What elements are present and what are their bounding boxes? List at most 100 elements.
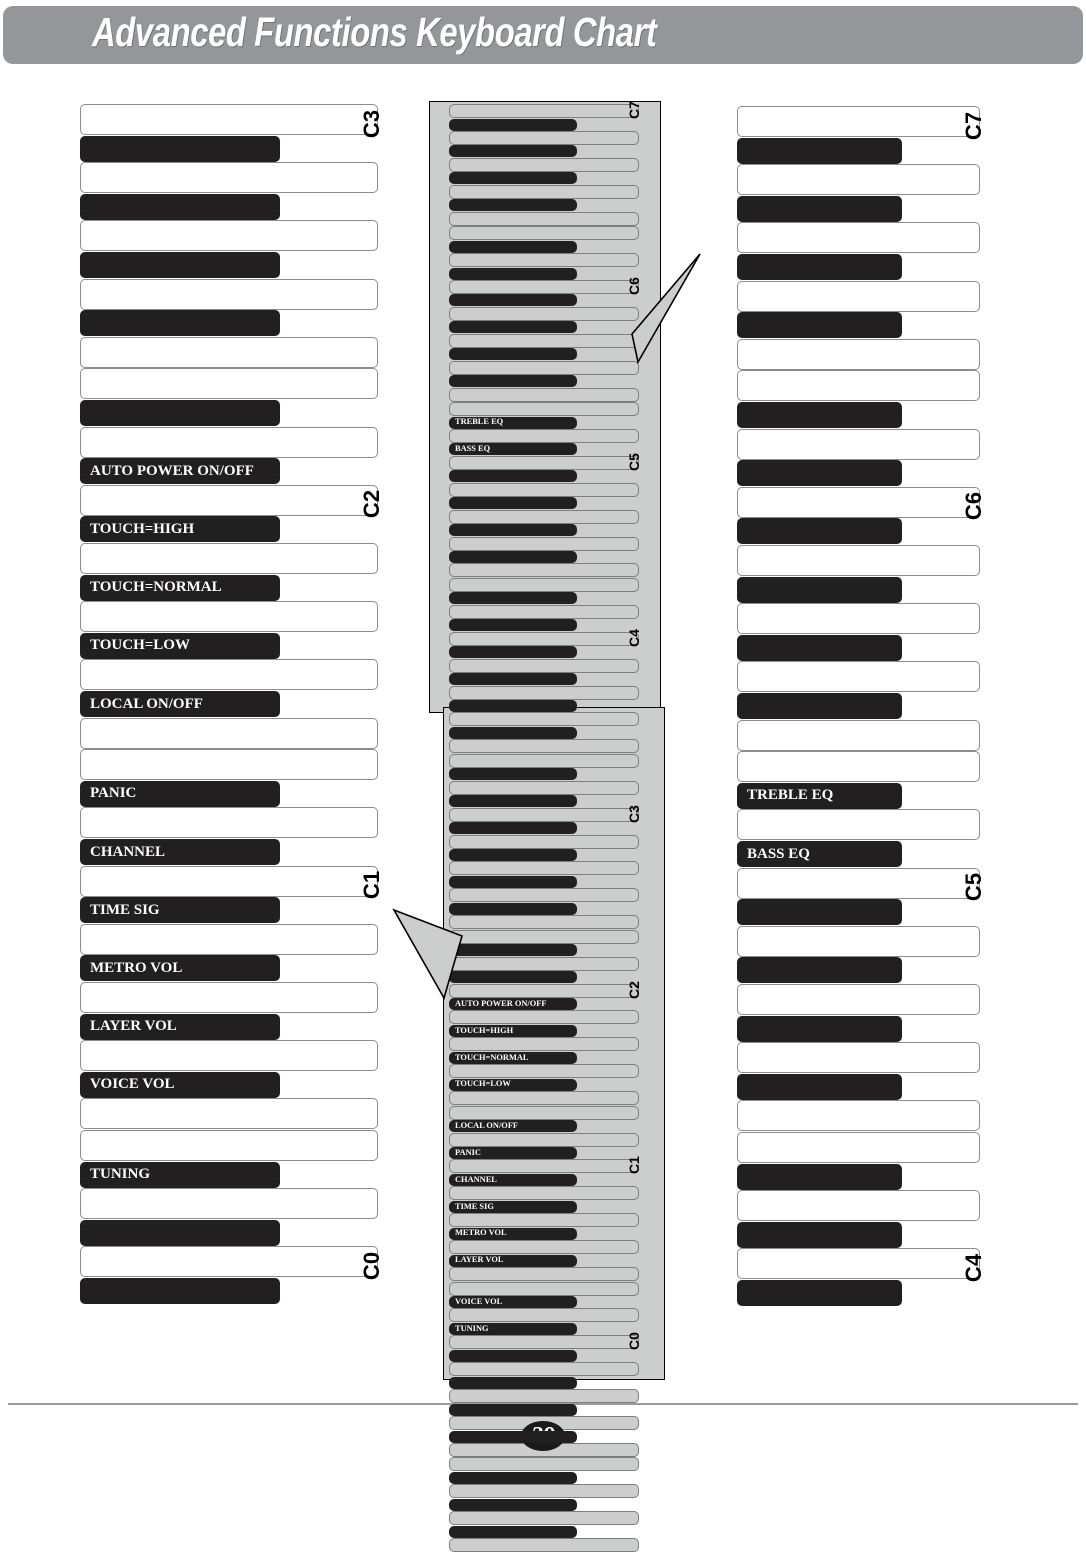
white-key[interactable] [80,1040,378,1072]
white-key[interactable] [449,509,639,524]
white-key[interactable] [449,130,639,145]
white-key[interactable] [449,739,639,754]
white-key[interactable] [449,1511,639,1526]
white-key[interactable] [449,1240,639,1255]
black-key[interactable]: TUNING [80,1161,280,1188]
white-key[interactable] [449,753,639,768]
white-key[interactable] [80,162,378,194]
white-key[interactable] [737,106,980,137]
black-key[interactable]: BASS EQ [737,841,902,867]
black-key[interactable] [449,375,577,388]
black-key[interactable]: METRO VOL [80,955,280,982]
black-key[interactable] [80,1278,280,1304]
black-key[interactable] [737,518,902,545]
black-key[interactable] [449,1498,577,1511]
white-key[interactable] [449,1389,639,1404]
white-key[interactable] [80,278,378,310]
white-key[interactable] [737,867,980,899]
black-key[interactable] [449,267,577,280]
black-key[interactable] [449,592,577,605]
black-key[interactable] [737,1163,902,1190]
white-key[interactable] [80,1098,378,1130]
black-key[interactable]: TOUCH=NORMAL [80,574,280,601]
white-key[interactable] [449,482,639,497]
black-key[interactable]: TOUCH=LOW [80,632,280,659]
black-key[interactable] [449,524,577,537]
black-key[interactable] [449,619,577,632]
white-key[interactable] [449,157,639,172]
black-key[interactable]: AUTO POWER ON/OFF [449,998,577,1010]
white-key[interactable] [449,1308,639,1323]
white-key[interactable] [80,336,378,368]
white-key[interactable] [449,1186,639,1201]
black-key[interactable]: TIME SIG [80,897,280,924]
white-key[interactable] [449,834,639,849]
black-key[interactable]: TOUCH=LOW [449,1078,577,1091]
white-key[interactable] [449,1538,639,1553]
white-key[interactable] [449,1010,639,1025]
white-key[interactable] [80,368,378,400]
black-key[interactable] [449,902,577,915]
white-key[interactable] [449,333,639,348]
white-key[interactable] [737,222,980,254]
black-key[interactable]: CHANNEL [449,1173,577,1186]
black-key[interactable] [737,1015,902,1042]
black-key[interactable] [737,957,902,984]
white-key[interactable] [80,749,378,781]
white-key[interactable] [449,780,639,795]
black-key[interactable] [80,193,280,220]
white-key[interactable] [737,280,980,312]
black-key[interactable] [449,768,577,781]
black-key[interactable] [449,240,577,253]
white-key[interactable] [737,428,980,460]
white-key[interactable] [737,1190,980,1222]
black-key[interactable]: TREBLE EQ [449,416,577,429]
white-key[interactable] [80,104,378,135]
white-key[interactable] [80,1188,378,1220]
black-key[interactable]: TIME SIG [449,1200,577,1213]
white-key[interactable] [449,306,639,321]
white-key[interactable] [737,925,980,957]
black-key[interactable] [449,470,577,483]
white-key[interactable] [449,1362,639,1377]
white-key[interactable] [737,1132,980,1163]
white-key[interactable] [80,717,378,749]
black-key[interactable] [737,576,902,603]
white-key[interactable] [80,982,378,1013]
black-key[interactable] [737,460,902,487]
black-key[interactable] [449,673,577,686]
white-key[interactable] [449,685,639,700]
black-key[interactable] [449,321,577,334]
black-key[interactable]: PANIC [449,1147,577,1159]
white-key[interactable] [737,751,980,783]
white-key[interactable] [449,1105,639,1120]
white-key[interactable] [449,536,639,551]
white-key[interactable] [449,631,639,646]
black-key[interactable] [449,944,577,957]
white-key[interactable] [449,888,639,903]
white-key[interactable] [449,1335,639,1350]
black-key[interactable] [449,199,577,212]
white-key[interactable] [449,428,639,443]
black-key[interactable]: TOUCH=HIGH [80,516,280,543]
white-key[interactable] [449,1064,639,1079]
black-key[interactable] [737,195,902,222]
white-key[interactable] [449,604,639,619]
white-key[interactable] [80,923,378,955]
white-key[interactable] [737,370,980,402]
black-key[interactable] [80,310,280,337]
white-key[interactable] [80,220,378,252]
white-key[interactable] [449,807,639,822]
black-key[interactable] [449,875,577,888]
white-key[interactable] [737,338,980,370]
white-key[interactable] [449,1457,639,1472]
black-key[interactable]: LAYER VOL [80,1013,280,1040]
black-key[interactable] [737,254,902,280]
black-key[interactable]: TREBLE EQ [737,782,902,809]
black-key[interactable] [80,400,280,426]
black-key[interactable]: VOICE VOL [80,1071,280,1098]
black-key[interactable] [449,294,577,307]
white-key[interactable] [449,104,639,119]
white-key[interactable] [737,1100,980,1132]
black-key[interactable] [737,1073,902,1100]
